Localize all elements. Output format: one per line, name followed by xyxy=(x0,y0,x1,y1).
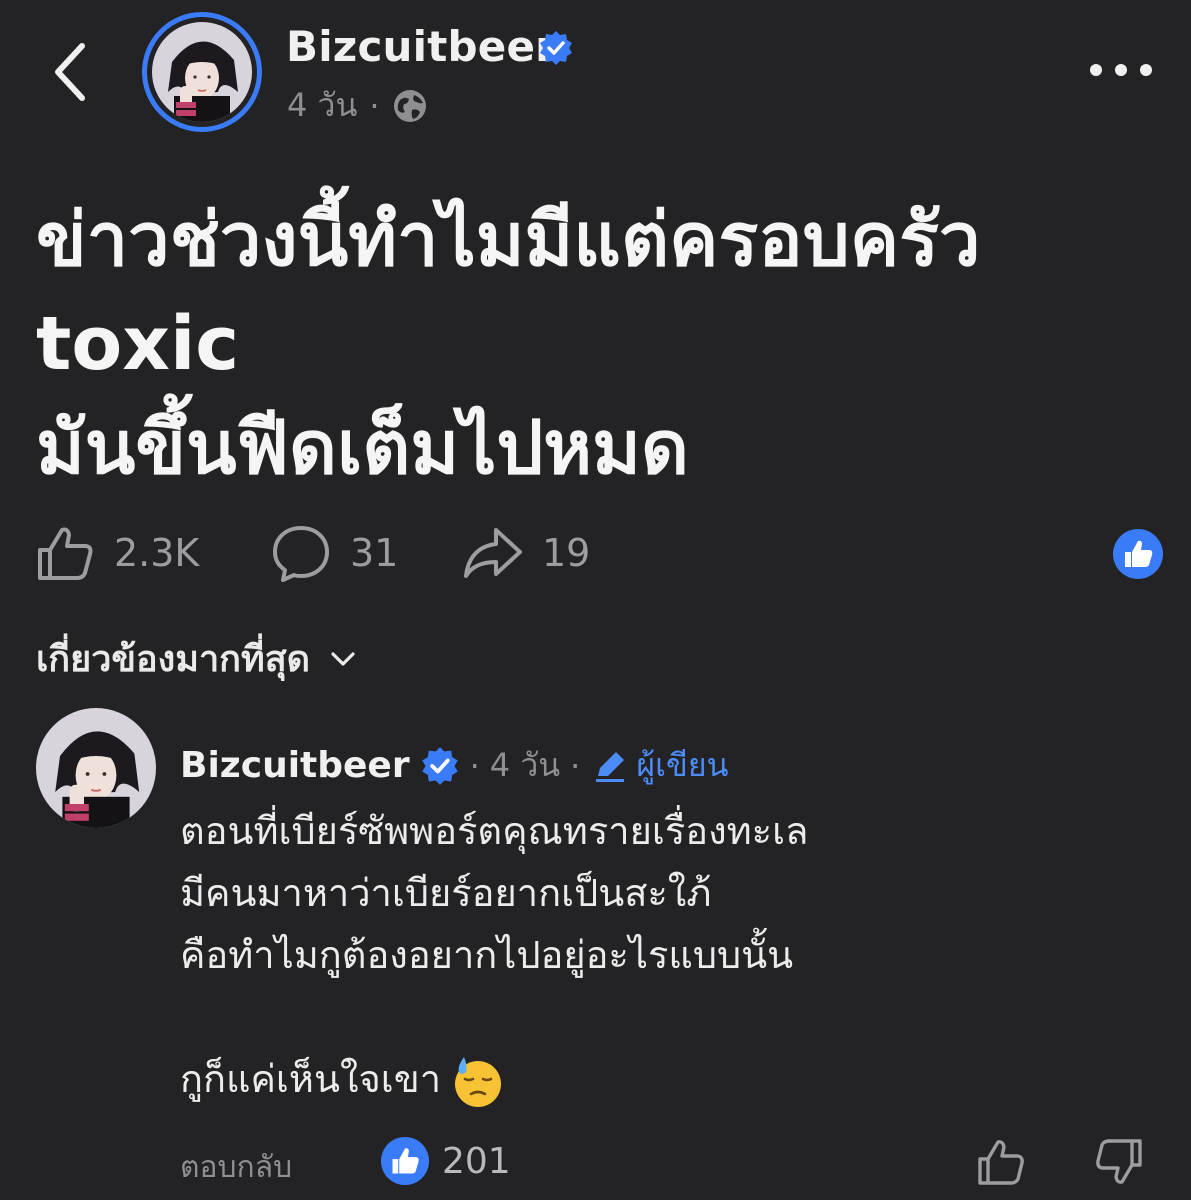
more-options-button[interactable] xyxy=(1086,52,1156,88)
chevron-left-icon xyxy=(55,43,85,101)
thumbs-up-icon xyxy=(38,527,93,580)
comment-body: ตอนที่เบียร์ซัพพอร์ตคุณทรายเรื่องทะเล มี… xyxy=(180,800,1160,1110)
like-reaction-icon xyxy=(380,1136,430,1186)
thumbs-down-icon[interactable] xyxy=(1093,1136,1145,1188)
share-arrow-icon xyxy=(464,528,522,578)
back-button[interactable] xyxy=(40,36,104,108)
share-count: 19 xyxy=(542,531,591,575)
chevron-down-icon xyxy=(331,651,355,666)
comment-line xyxy=(180,986,1160,1048)
comment-bubble-icon xyxy=(273,526,329,582)
like-count: 2.3K xyxy=(114,531,200,575)
comment-count: 31 xyxy=(350,531,399,575)
post-actions: 2.3K 31 19 xyxy=(34,518,1164,588)
author-badge: ผู้เขียน xyxy=(590,740,729,791)
sort-label: เกี่ยวข้องมากที่สุด xyxy=(36,639,311,680)
meta-separator: · xyxy=(570,746,581,785)
verified-badge-icon xyxy=(540,31,572,65)
comment-reaction-count: 201 xyxy=(442,1140,511,1182)
post-line: toxic xyxy=(36,301,240,387)
post-line: มันขึ้นฟีดเต็มไปหมด xyxy=(36,405,689,491)
comment-line: มีคนมาหาว่าเบียร์อยากเป็นสะใภ้ xyxy=(180,871,712,915)
comment-button[interactable]: 31 xyxy=(270,518,398,588)
downcast-sweat-face-emoji xyxy=(455,1056,502,1107)
comment-reactions[interactable]: 201 xyxy=(380,1136,511,1186)
reply-button[interactable]: ตอบกลับ xyxy=(180,1144,292,1191)
comment-avatar[interactable] xyxy=(36,708,156,828)
comment-footer: ตอบกลับ 201 xyxy=(180,1132,1160,1192)
comment-header: Bizcuitbeer · 4 วัน · ผู้เขียน xyxy=(180,740,729,791)
comment-line: กูก็แค่เห็นใจเขา xyxy=(180,1057,442,1101)
verified-badge-icon xyxy=(421,746,458,785)
comment-time: 4 วัน xyxy=(489,746,561,784)
comment-author-name[interactable]: Bizcuitbeer xyxy=(180,745,410,786)
avatar-image xyxy=(152,22,252,122)
thumbs-up-icon[interactable] xyxy=(975,1136,1027,1188)
avatar-image xyxy=(36,708,156,828)
more-horizontal-icon xyxy=(1090,64,1152,76)
like-reaction-icon xyxy=(1113,529,1163,579)
share-button[interactable]: 19 xyxy=(462,518,590,588)
author-name[interactable]: Bizcuitbeer xyxy=(286,22,556,71)
comment-sort-dropdown[interactable]: เกี่ยวข้องมากที่สุด xyxy=(36,630,358,687)
meta-separator: · xyxy=(469,746,480,785)
post-content: ข่าวช่วงนี้ทำไมมีแต่ครอบครัว toxic มันขึ… xyxy=(36,188,1156,500)
like-button[interactable]: 2.3K xyxy=(34,518,199,588)
comment-line: ตอนที่เบียร์ซัพพอร์ตคุณทรายเรื่องทะเล xyxy=(180,809,809,853)
post-detail-screen: Bizcuitbeer 4 วัน · ข่าวช่วงนี้ทำไมมีแต่… xyxy=(0,0,1191,1200)
globe-icon xyxy=(393,89,426,122)
pencil-icon xyxy=(596,751,625,782)
meta-separator: · xyxy=(369,86,380,125)
author-avatar[interactable] xyxy=(142,12,262,132)
comment-last-line: กูก็แค่เห็นใจเขา xyxy=(180,1048,1160,1110)
post-time: 4 วัน xyxy=(287,86,358,124)
post-line: ข่าวช่วงนี้ทำไมมีแต่ครอบครัว xyxy=(36,197,981,283)
comment-line: คือทำไมกูต้องอยากไปอยู่อะไรแบบนั้น xyxy=(180,933,794,977)
author-label: ผู้เขียน xyxy=(636,746,729,784)
post-meta: 4 วัน · xyxy=(287,80,428,131)
